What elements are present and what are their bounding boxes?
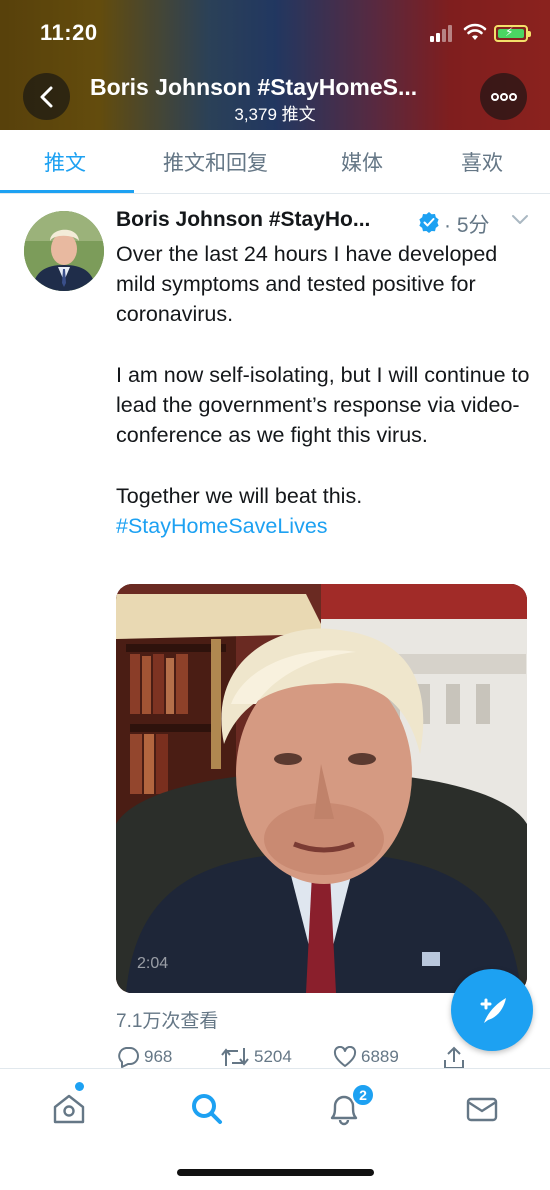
more-button[interactable] [480,73,527,120]
cellular-signal-icon [430,24,458,42]
home-icon [53,1094,85,1124]
tweet-actions: 968 5204 6889 [116,1046,536,1070]
share-button[interactable] [443,1046,465,1070]
home-indicator [177,1169,374,1176]
tab-tweets[interactable]: 推文 [44,147,86,177]
battery-icon: ⚡ [494,25,531,42]
like-button[interactable]: 6889 [333,1046,399,1068]
tweet-timestamp[interactable]: · 5分 [444,209,490,239]
reply-icon [118,1047,139,1068]
active-tab-indicator [0,190,134,193]
search-icon [192,1094,222,1124]
tweet-count: 3,379 推文 [234,105,316,124]
tab-media[interactable]: 媒体 [341,147,383,177]
avatar[interactable] [24,211,104,291]
hashtag-link[interactable]: #StayHomeSaveLives [116,511,536,541]
wifi-icon [463,23,487,40]
compose-tweet-button[interactable] [451,969,533,1051]
tweet-author-name[interactable]: Boris Johnson #StayHo... [116,208,416,232]
status-bar: 11:20 ⚡ [0,0,550,64]
home-unread-dot [75,1082,84,1091]
share-icon [444,1046,464,1069]
tweet-paragraph: I am now self-isolating, but I will cont… [116,362,530,448]
header-title: Boris Johnson #StayHomeS... [90,74,418,100]
like-count: 6889 [361,1047,399,1066]
verified-icon [419,212,439,233]
tweet-body: Over the last 24 hours I have developed … [116,239,536,541]
like-icon [333,1046,357,1067]
avatar-image [24,211,104,291]
tweet-paragraph: Together we will beat this. [116,483,363,508]
nav-home[interactable] [49,1089,89,1129]
video-duration: 2:04 [137,955,169,972]
messages-icon [466,1097,498,1122]
reply-count: 968 [144,1047,173,1066]
profile-tabs: 推文 推文和回复 媒体 喜欢 [0,130,550,194]
chevron-down-icon[interactable] [511,213,529,227]
nav-messages[interactable] [462,1089,502,1129]
nav-search[interactable] [187,1089,227,1129]
notifications-badge: 2 [351,1083,375,1107]
reply-button[interactable]: 968 [116,1046,172,1068]
more-icon [490,92,517,101]
retweet-button[interactable]: 5204 [220,1046,292,1068]
tweet-video[interactable]: 2:04 [116,584,527,993]
view-count: 7.1万次查看 [116,1011,219,1032]
tab-likes[interactable]: 喜欢 [461,147,503,177]
status-time: 11:20 [40,20,98,45]
video-thumbnail [116,584,527,993]
screen: 11:20 ⚡ Boris Johnson #StayHomeS... 3,37… [0,0,550,1190]
tweet-paragraph: Over the last 24 hours I have developed … [116,242,498,327]
retweet-icon [221,1048,249,1066]
retweet-count: 5204 [254,1047,292,1066]
compose-icon [480,998,506,1023]
tab-tweets-and-replies[interactable]: 推文和回复 [163,147,268,177]
